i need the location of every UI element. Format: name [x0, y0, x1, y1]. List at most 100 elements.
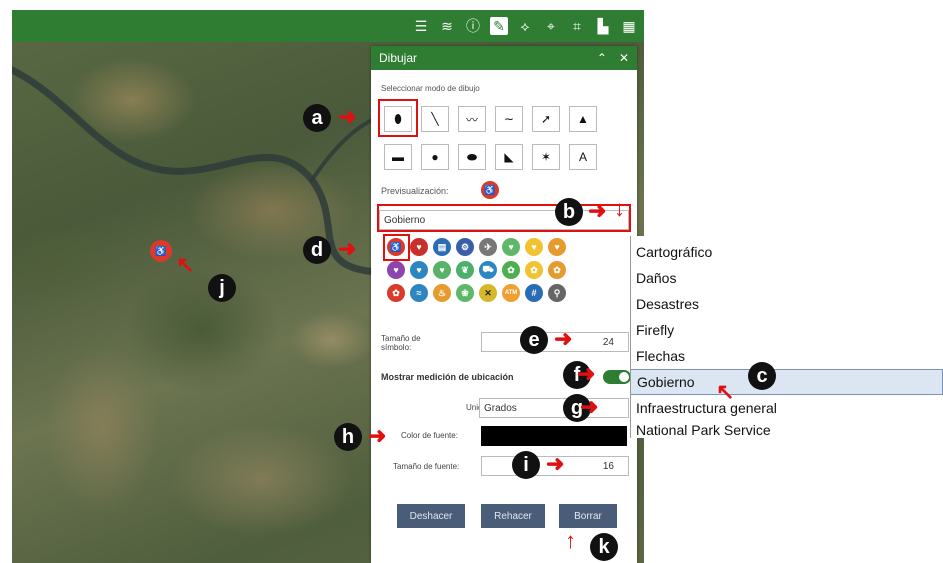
arrow-right-icon: ➜ — [554, 326, 573, 351]
annotation-badge-b: b — [555, 198, 583, 226]
polyline-icon: 〰 — [465, 112, 478, 127]
symbol-car-icon[interactable]: ⛟ — [479, 261, 497, 279]
arrow-right-icon: ➜ — [338, 104, 357, 129]
ellipse-icon: ⬬ — [466, 149, 478, 164]
arrow-right-icon: ➜ — [368, 423, 387, 448]
top-toolbar: ☰ ≋ ⓘ ✎ ⟡ ⌖ ⌗ ▙ ▦ — [12, 10, 644, 42]
xyz-icon[interactable]: ⌗ — [568, 17, 586, 35]
symbol-atm-icon[interactable]: ATM — [502, 284, 520, 302]
arrow-right-icon: ➜ — [338, 236, 357, 261]
symbol-crossing-icon[interactable]: ✕ — [479, 284, 497, 302]
symbol-doc-icon[interactable]: ▤ — [433, 238, 451, 256]
symbol-heart-blue-icon[interactable]: ♥ — [410, 261, 428, 279]
text-icon: A — [578, 150, 587, 164]
close-icon[interactable]: ✕ — [619, 51, 629, 65]
symbol-plant-icon[interactable]: ❀ — [456, 284, 474, 302]
symbol-heart-purple-icon[interactable]: ♥ — [387, 261, 405, 279]
font-color-label: Color de fuente: — [401, 431, 458, 440]
symbol-fire-icon[interactable]: ♨ — [433, 284, 451, 302]
dropdown-item[interactable]: National Park Service — [630, 421, 943, 438]
annotation-box-d — [383, 234, 410, 261]
info-icon[interactable]: ⓘ — [464, 17, 482, 35]
dropdown-item[interactable]: Firefly — [630, 317, 943, 343]
annotation-badge-c: c — [748, 362, 776, 390]
mode-freehand-line-button[interactable]: ∼ — [495, 106, 523, 132]
mode-line-button[interactable]: ╲ — [421, 106, 449, 132]
symbol-heart-green-icon[interactable]: ♥ — [502, 238, 520, 256]
size-label: Tamaño de símbolo: — [381, 334, 421, 352]
redo-button[interactable]: Rehacer — [481, 504, 545, 528]
mode-ellipse-button[interactable]: ⬬ — [458, 144, 486, 170]
annotation-badge-h: h — [334, 423, 362, 451]
share-icon[interactable]: ⟡ — [516, 17, 534, 35]
symbol-heart-orange-icon[interactable]: ♥ — [548, 238, 566, 256]
annotation-box-a — [378, 99, 418, 137]
font-color-swatch[interactable] — [481, 426, 627, 446]
unit-select[interactable]: Grados — [479, 398, 629, 418]
dropdown-item[interactable]: Cartográfico — [630, 239, 943, 265]
preview-label: Previsualización: — [381, 186, 449, 196]
symbol-plane-icon[interactable]: ✈ — [479, 238, 497, 256]
mode-label: Seleccionar modo de dibujo — [381, 84, 480, 93]
freehand-icon: ∼ — [503, 112, 515, 126]
rectangle-icon: ▬ — [392, 150, 404, 164]
annotation-badge-j: j — [208, 274, 236, 302]
panel-title: Dibujar — [379, 51, 418, 65]
font-size-value: 16 — [602, 460, 614, 472]
mode-arrow-button[interactable]: ➚ — [532, 106, 560, 132]
dropdown-item[interactable]: Flechas — [630, 343, 943, 369]
panel-header: Dibujar ⌃ ✕ — [371, 46, 637, 70]
symbol-hash-icon[interactable]: # — [525, 284, 543, 302]
star-icon: ✶ — [540, 150, 552, 164]
basemap-icon[interactable]: ▦ — [620, 17, 638, 35]
symbol-bike-icon[interactable]: ⚲ — [548, 284, 566, 302]
arrow-right-icon: ➜ — [588, 198, 607, 223]
symbol-leaf-icon[interactable]: ❦ — [456, 261, 474, 279]
arrow-icon: ➚ — [540, 112, 552, 126]
arrow-upleft-icon: ↖ — [176, 252, 195, 277]
arrow-upleft-icon: ↖ — [716, 379, 735, 404]
annotation-badge-k: k — [590, 533, 618, 561]
layers-icon[interactable]: ≋ — [438, 17, 456, 35]
symbol-paw-green-icon[interactable]: ✿ — [502, 261, 520, 279]
mode-circle-button[interactable]: ● — [421, 144, 449, 170]
measure-label: Mostrar medición de ubicación — [381, 372, 514, 382]
annotation-badge-d: d — [303, 236, 331, 264]
draw-icon[interactable]: ✎ — [490, 17, 508, 35]
annotation-badge-a: a — [303, 104, 331, 132]
arrow-up-icon: ↑ — [565, 528, 576, 553]
symbol-water-icon[interactable]: ≈ — [410, 284, 428, 302]
arrow-down-icon: ↓ — [614, 196, 625, 221]
dropdown-item[interactable]: Infraestructura general — [630, 395, 943, 421]
symbol-heart-yellow-icon[interactable]: ♥ — [525, 238, 543, 256]
chevron-up-icon[interactable]: ⌃ — [597, 51, 607, 65]
symbol-heart-lightgreen-icon[interactable]: ♥ — [433, 261, 451, 279]
dropdown-item[interactable]: Desastres — [630, 291, 943, 317]
placed-symbol-icon[interactable]: ♿ — [150, 240, 172, 262]
mode-text-button[interactable]: A — [569, 144, 597, 170]
mode-rectangle-button[interactable]: ▬ — [384, 144, 412, 170]
measure-toggle[interactable] — [603, 370, 631, 384]
print-icon[interactable]: ▙ — [594, 17, 612, 35]
legend-icon[interactable]: ☰ — [412, 17, 430, 35]
arrow-right-icon: ➜ — [577, 361, 596, 386]
symbol-paw-red-icon[interactable]: ✿ — [387, 284, 405, 302]
mode-polygon-button[interactable]: ◣ — [495, 144, 523, 170]
polygon-icon: ◣ — [504, 150, 514, 164]
symbol-paw-yellow-icon[interactable]: ✿ — [525, 261, 543, 279]
undo-button[interactable]: Deshacer — [397, 504, 465, 528]
draw-panel: Dibujar ⌃ ✕ Seleccionar modo de dibujo ⬮… — [371, 46, 637, 563]
clear-button[interactable]: Borrar — [559, 504, 617, 528]
circle-icon: ● — [431, 150, 439, 164]
annotation-badge-i: i — [512, 451, 540, 479]
dropdown-item-selected[interactable]: Gobierno — [630, 369, 943, 395]
symbol-paw-orange-icon[interactable]: ✿ — [548, 261, 566, 279]
dropdown-item[interactable]: Daños — [630, 265, 943, 291]
measure-icon[interactable]: ⌖ — [542, 17, 560, 35]
mode-freehand-polygon-button[interactable]: ✶ — [532, 144, 560, 170]
category-dropdown-list[interactable]: Cartográfico Daños Desastres Firefly Fle… — [630, 236, 943, 438]
mode-polyline-button[interactable]: 〰 — [458, 106, 486, 132]
symbol-heart-icon[interactable]: ♥ — [410, 238, 428, 256]
symbol-gear-icon[interactable]: ⚙ — [456, 238, 474, 256]
mode-triangle-button[interactable]: ▲ — [569, 106, 597, 132]
